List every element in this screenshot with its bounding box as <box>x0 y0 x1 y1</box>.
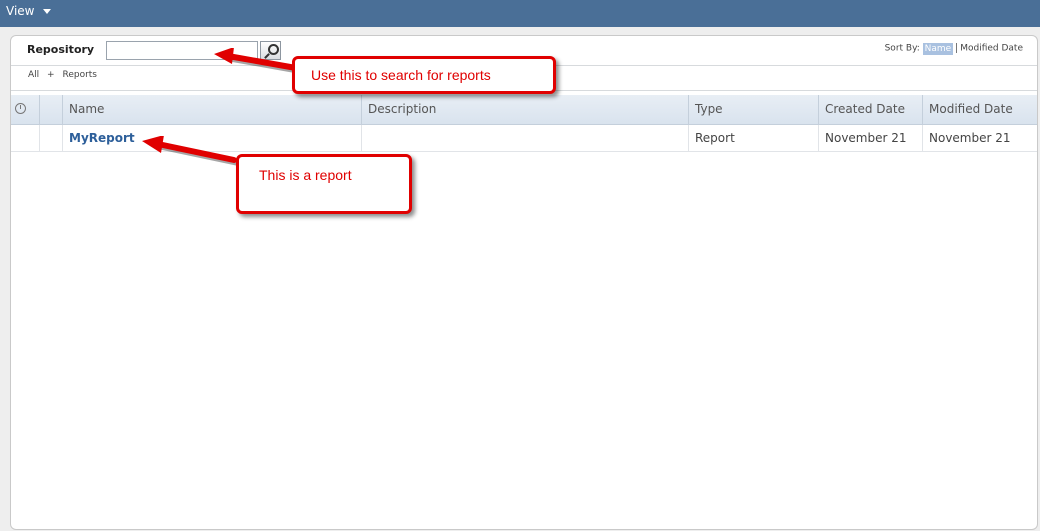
column-header-modified-date[interactable]: Modified Date <box>922 95 1037 124</box>
report-created-date: November 21 <box>818 125 922 151</box>
divider <box>956 43 958 53</box>
select-cell <box>39 125 62 151</box>
select-column-header <box>39 95 62 124</box>
view-menu-label: View <box>6 4 35 18</box>
column-header-name[interactable]: Name <box>62 95 361 124</box>
repository-panel: Repository Sort By: Name Modified Date Al… <box>10 35 1038 530</box>
sort-by-label: Sort By: <box>884 43 920 54</box>
repository-title: Repository <box>27 43 95 56</box>
chevron-down-icon <box>43 9 52 14</box>
report-description <box>361 125 688 151</box>
column-header-created-date[interactable]: Created Date <box>818 95 922 124</box>
breadcrumb-item-all[interactable]: All <box>28 70 39 80</box>
report-modified-date: November 21 <box>922 125 1037 151</box>
search-callout: Use this to search for reports <box>292 56 556 94</box>
column-header-type[interactable]: Type <box>688 95 818 124</box>
recent-column-header[interactable] <box>11 95 39 124</box>
top-menu-bar: View <box>0 0 1040 27</box>
table-header: Name Description Type Created Date Modif… <box>11 95 1037 125</box>
clock-icon <box>15 103 26 114</box>
breadcrumb-separator: + <box>47 70 55 80</box>
table-row[interactable]: MyReport Report November 21 November 21 <box>11 125 1037 152</box>
breadcrumb: All + Reports <box>28 70 97 80</box>
sort-by-modified-date-option[interactable]: Modified Date <box>960 44 1023 54</box>
sort-by-name-option[interactable]: Name <box>922 42 954 55</box>
column-header-description[interactable]: Description <box>361 95 688 124</box>
report-type: Report <box>688 125 818 151</box>
repository-search-input[interactable] <box>106 41 258 60</box>
report-callout: This is a report <box>236 154 412 214</box>
breadcrumb-item-reports[interactable]: Reports <box>62 70 97 80</box>
sort-by-control: Sort By: Name Modified Date <box>884 42 1023 55</box>
recent-cell <box>11 125 39 151</box>
report-name-link[interactable]: MyReport <box>62 125 361 151</box>
view-menu[interactable]: View <box>6 4 52 18</box>
search-button[interactable] <box>260 41 281 60</box>
search-icon <box>268 44 279 55</box>
search-icon-handle <box>264 53 270 59</box>
